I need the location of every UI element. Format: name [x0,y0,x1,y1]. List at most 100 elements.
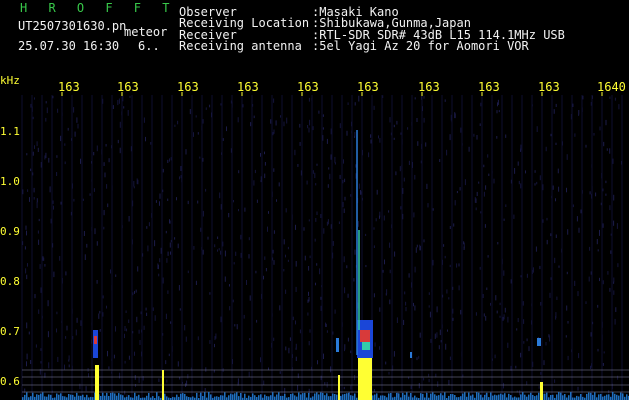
noise-floor [432,392,434,400]
noise-speck [404,291,406,295]
noise-speck [346,265,348,269]
noise-speck [113,354,115,359]
noise-speck [432,259,434,266]
noise-speck [365,265,367,268]
noise-floor [30,396,32,400]
noise-speck [596,239,598,245]
noise-speck [493,178,495,184]
noise-floor [498,394,500,400]
noise-speck [447,329,448,332]
noise-speck [517,318,519,323]
noise-speck [582,95,584,100]
noise-speck [76,317,78,323]
freq-tick: 163 [297,80,319,94]
noise-speck [495,295,497,301]
noise-floor [350,395,352,400]
noise-speck [486,287,488,290]
noise-speck [170,251,171,255]
noise-floor [58,394,60,400]
noise-floor [316,392,318,400]
noise-floor [472,394,474,400]
noise-speck [82,198,84,201]
noise-speck [165,230,167,234]
noise-speck [342,202,344,208]
noise-speck [157,263,159,269]
noise-speck [375,218,377,222]
noise-speck [308,127,310,133]
noise-speck [343,159,344,164]
noise-speck [549,335,551,342]
noise-floor [352,395,354,400]
noise-floor [330,396,332,400]
noise-speck [198,394,200,397]
noise-speck [273,129,275,134]
noise-speck [159,193,161,199]
noise-speck [219,192,221,199]
noise-speck [339,174,341,179]
noise-floor [492,395,494,400]
noise-speck [177,120,179,125]
noise-speck [187,374,189,379]
echo-head [360,330,370,342]
noise-floor [514,396,516,400]
noise-speck [504,307,506,313]
noise-floor [486,392,488,400]
noise-speck [590,365,591,369]
noise-floor [200,392,202,400]
noise-speck [383,215,385,221]
noise-speck [115,274,117,277]
noise-speck [254,169,256,174]
noise-floor [558,392,560,400]
noise-speck [309,329,311,333]
y-tick: 1.1 [0,125,20,138]
noise-speck [609,205,611,211]
noise-speck [505,204,507,207]
noise-floor [186,396,188,400]
noise-speck [220,103,222,106]
noise-speck [246,280,247,285]
noise-floor [56,393,58,400]
noise-floor [80,395,82,400]
noise-speck [195,115,197,118]
noise-speck [454,113,456,119]
noise-speck [303,227,305,231]
noise-speck [589,191,591,195]
noise-speck [264,162,266,166]
noise-speck [416,357,418,361]
noise-speck [57,108,59,113]
noise-speck [497,242,499,245]
noise-floor [38,394,40,400]
noise-speck [558,186,560,192]
noise-speck [478,181,480,184]
noise-speck [557,168,559,174]
noise-speck [385,361,387,365]
noise-speck [103,210,105,216]
noise-speck [552,185,554,190]
noise-floor [284,393,286,400]
noise-floor [384,395,386,400]
noise-speck [273,98,275,103]
noise-speck [408,160,410,165]
noise-floor [102,392,104,400]
noise-speck [308,291,309,296]
noise-speck [44,155,46,160]
noise-floor [622,393,624,400]
noise-speck [330,366,332,373]
noise-speck [50,218,52,224]
noise-speck [400,132,402,135]
noise-speck [124,360,126,364]
noise-speck [338,221,340,224]
noise-speck [370,134,372,138]
noise-speck [454,200,456,206]
noise-speck [368,152,370,158]
noise-speck [320,305,322,311]
noise-speck [168,353,170,357]
noise-speck [135,384,136,387]
noise-speck [614,97,616,101]
noise-floor [592,394,594,400]
noise-speck [134,375,136,380]
noise-speck [265,268,267,272]
noise-speck [520,275,522,278]
noise-speck [485,185,487,190]
noise-speck [388,371,390,375]
